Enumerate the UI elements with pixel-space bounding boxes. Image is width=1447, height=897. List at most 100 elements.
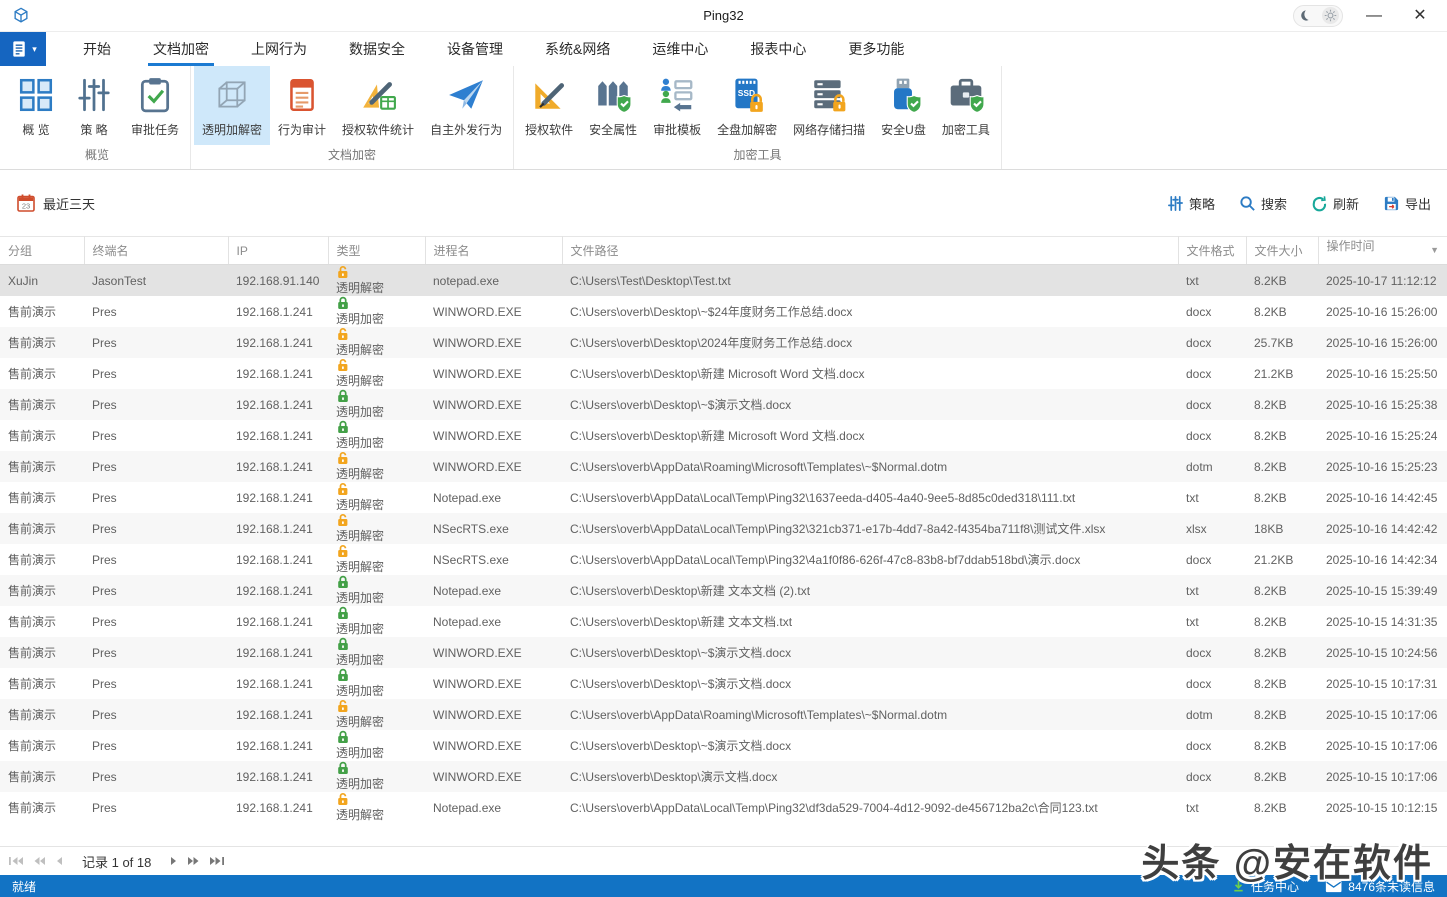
ping32-window: Ping32 — ✕ ▾ 开始文档加密上网行为数据安全设备管理系统&网络运维中心… (0, 0, 1447, 897)
lock-closed-icon (336, 606, 417, 620)
refresh-button[interactable]: 刷新 (1311, 194, 1359, 213)
menu-tab-0[interactable]: 开始 (62, 32, 132, 66)
date-filter[interactable]: 23 最近三天 (16, 193, 95, 213)
pager-prev-button[interactable] (55, 856, 63, 866)
table-row[interactable]: 售前演示Pres192.168.1.241透明解密Notepad.exeC:\U… (0, 792, 1447, 823)
menu-tab-5[interactable]: 系统&网络 (524, 32, 631, 66)
table-row[interactable]: 售前演示Pres192.168.1.241透明加密WINWORD.EXEC:\U… (0, 637, 1447, 668)
pager-fast-prev-button[interactable] (33, 856, 46, 866)
cell-process: WINWORD.EXE (425, 327, 562, 358)
cell-ip: 192.168.1.241 (228, 575, 328, 606)
minimize-button[interactable]: — (1359, 1, 1389, 31)
ribbon-item-approval-clipboard[interactable]: 审批任务 (123, 66, 187, 145)
ribbon-item-ruler-pencil[interactable]: 授权软件 (517, 66, 581, 145)
column-header-4[interactable]: 进程名 (425, 237, 562, 265)
ribbon-item-usb-shield[interactable]: 安全U盘 (873, 66, 934, 145)
cell-time: 2025-10-16 14:42:42 (1318, 513, 1447, 544)
menu-tab-1[interactable]: 文档加密 (132, 32, 230, 66)
refresh-label: 刷新 (1333, 194, 1359, 213)
column-header-0[interactable]: 分组 (0, 237, 84, 265)
cell-path: C:\Users\overb\Desktop\新建 文本文档.txt (562, 606, 1178, 637)
ribbon-item-paper-plane[interactable]: 自主外发行为 (422, 66, 510, 145)
column-header-3[interactable]: 类型 (328, 237, 425, 265)
cell-type: 透明加密 (328, 668, 425, 699)
table-row[interactable]: 售前演示Pres192.168.1.241透明加密WINWORD.EXEC:\U… (0, 389, 1447, 420)
cell-group: 售前演示 (0, 513, 84, 544)
column-filter-arrow-icon[interactable]: ▼ (1430, 237, 1439, 264)
lock-open-icon (336, 451, 417, 465)
menu-tab-6[interactable]: 运维中心 (631, 32, 729, 66)
table-row[interactable]: XuJinJasonTest192.168.91.140透明解密notepad.… (0, 265, 1447, 297)
column-header-2[interactable]: IP (228, 237, 328, 265)
ribbon-group-2: 授权软件安全属性审批模板SSD全盘加解密网络存储扫描安全U盘加密工具加密工具 (514, 66, 1002, 169)
table-row[interactable]: 售前演示Pres192.168.1.241透明加密WINWORD.EXEC:\U… (0, 420, 1447, 451)
app-menu-button[interactable]: ▾ (0, 32, 46, 66)
table-row[interactable]: 售前演示Pres192.168.1.241透明解密WINWORD.EXEC:\U… (0, 358, 1447, 389)
cell-terminal: Pres (84, 451, 228, 482)
ribbon-item-software-stats[interactable]: 授权软件统计 (334, 66, 422, 145)
ribbon-item-briefcase-shield[interactable]: 加密工具 (934, 66, 998, 145)
ribbon-item-fence-shield[interactable]: 安全属性 (581, 66, 645, 145)
ribbon-item-ssd-lock[interactable]: SSD全盘加解密 (709, 66, 785, 145)
cell-time: 2025-10-16 15:25:24 (1318, 420, 1447, 451)
approval-clipboard-icon (136, 76, 174, 114)
table-row[interactable]: 售前演示Pres192.168.1.241透明解密WINWORD.EXEC:\U… (0, 451, 1447, 482)
cell-process: WINWORD.EXE (425, 389, 562, 420)
table-row[interactable]: 售前演示Pres192.168.1.241透明解密NSecRTS.exeC:\U… (0, 513, 1447, 544)
menu-tab-2[interactable]: 上网行为 (230, 32, 328, 66)
table-row[interactable]: 售前演示Pres192.168.1.241透明加密WINWORD.EXEC:\U… (0, 730, 1447, 761)
cell-group: 售前演示 (0, 668, 84, 699)
unread-messages-button[interactable]: 8476条未读信息 (1325, 878, 1435, 895)
task-center-button[interactable]: 任务中心 (1232, 878, 1299, 895)
policy-button[interactable]: 策略 (1167, 194, 1215, 213)
column-header-7[interactable]: 文件大小 (1246, 237, 1318, 265)
table-row[interactable]: 售前演示Pres192.168.1.241透明加密Notepad.exeC:\U… (0, 575, 1447, 606)
pager-first-button[interactable] (8, 856, 24, 866)
cell-path: C:\Users\overb\Desktop\新建 Microsoft Word… (562, 420, 1178, 451)
cell-process: Notepad.exe (425, 575, 562, 606)
ribbon-item-server-lock[interactable]: 网络存储扫描 (785, 66, 873, 145)
close-button[interactable]: ✕ (1405, 1, 1435, 31)
column-header-8[interactable]: 操作时间▼ (1318, 237, 1447, 265)
cell-process: NSecRTS.exe (425, 513, 562, 544)
cell-group: 售前演示 (0, 730, 84, 761)
menu-tab-8[interactable]: 更多功能 (827, 32, 925, 66)
ribbon-item-label: 安全U盘 (881, 121, 926, 138)
column-header-6[interactable]: 文件格式 (1178, 237, 1246, 265)
cell-ip: 192.168.1.241 (228, 389, 328, 420)
menu-tab-3[interactable]: 数据安全 (328, 32, 426, 66)
theme-toggle[interactable] (1293, 5, 1343, 27)
cell-format: dotm (1178, 699, 1246, 730)
table-row[interactable]: 售前演示Pres192.168.1.241透明解密NSecRTS.exeC:\U… (0, 544, 1447, 575)
table-row[interactable]: 售前演示Pres192.168.1.241透明加密Notepad.exeC:\U… (0, 606, 1447, 637)
pager-fast-next-button[interactable] (187, 856, 200, 866)
cell-terminal: Pres (84, 792, 228, 823)
table-row[interactable]: 售前演示Pres192.168.1.241透明加密WINWORD.EXEC:\U… (0, 296, 1447, 327)
ribbon-item-policy-sliders[interactable]: 策 略 (65, 66, 123, 145)
ribbon-item-overview-grid[interactable]: 概 览 (7, 66, 65, 145)
cell-ip: 192.168.1.241 (228, 606, 328, 637)
table-row[interactable]: 售前演示Pres192.168.1.241透明加密WINWORD.EXEC:\U… (0, 761, 1447, 792)
lock-closed-icon (336, 389, 417, 403)
cell-size: 8.2KB (1246, 296, 1318, 327)
menu-tab-7[interactable]: 报表中心 (729, 32, 827, 66)
cell-process: WINWORD.EXE (425, 420, 562, 451)
ribbon-item-transparent-cube[interactable]: 透明加解密 (194, 66, 270, 145)
table-row[interactable]: 售前演示Pres192.168.1.241透明解密WINWORD.EXEC:\U… (0, 327, 1447, 358)
search-button[interactable]: 搜索 (1239, 194, 1287, 213)
export-button[interactable]: 导出 (1383, 194, 1431, 213)
ribbon-group-label: 加密工具 (517, 145, 998, 169)
ribbon-item-approval-template[interactable]: 审批模板 (645, 66, 709, 145)
cell-time: 2025-10-16 15:25:23 (1318, 451, 1447, 482)
table-row[interactable]: 售前演示Pres192.168.1.241透明解密Notepad.exeC:\U… (0, 482, 1447, 513)
pager-next-button[interactable] (170, 856, 178, 866)
column-header-5[interactable]: 文件路径 (562, 237, 1178, 265)
cell-size: 8.2KB (1246, 575, 1318, 606)
table-row[interactable]: 售前演示Pres192.168.1.241透明加密WINWORD.EXEC:\U… (0, 668, 1447, 699)
column-header-1[interactable]: 终端名 (84, 237, 228, 265)
table-row[interactable]: 售前演示Pres192.168.1.241透明解密WINWORD.EXEC:\U… (0, 699, 1447, 730)
menu-tab-4[interactable]: 设备管理 (426, 32, 524, 66)
ribbon-item-audit-document[interactable]: 行为审计 (270, 66, 334, 145)
pager-last-button[interactable] (209, 856, 225, 866)
cell-type: 透明加密 (328, 575, 425, 606)
